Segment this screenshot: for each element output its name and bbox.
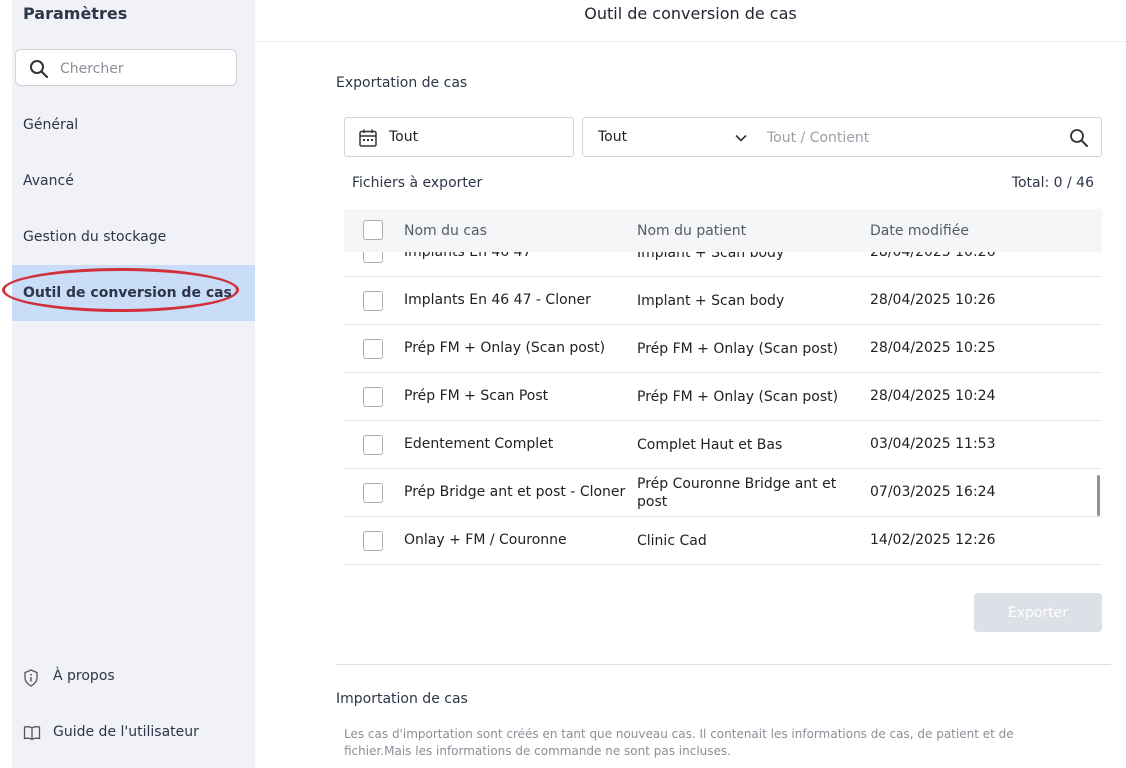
table-row[interactable]: Prép FM + Onlay (Scan post) Prép FM + On… xyxy=(344,325,1102,373)
patient-name-cell: Prép FM + Onlay (Scan post) xyxy=(637,341,839,357)
about-label: À propos xyxy=(53,668,115,684)
table-row[interactable]: Onlay + FM / Couronne Clinic Cad 14/02/2… xyxy=(344,517,1102,565)
patient-name-cell: Implant + Scan body xyxy=(637,293,785,309)
section-divider xyxy=(336,664,1111,665)
table-header: Nom du cas Nom du patient Date modifiée xyxy=(344,209,1102,252)
sidebar-item-label: Gestion du stockage xyxy=(23,229,167,245)
chevron-down-icon[interactable] xyxy=(734,130,748,149)
calendar-icon xyxy=(358,128,378,152)
sidebar-search-input[interactable]: Chercher xyxy=(15,49,237,86)
sidebar-item-label: Avancé xyxy=(23,173,74,189)
table-scrollbar[interactable] xyxy=(1097,475,1100,516)
table-row[interactable]: Edentement Complet Complet Haut et Bas 0… xyxy=(344,421,1102,469)
row-checkbox[interactable] xyxy=(363,435,383,455)
search-icon xyxy=(29,59,49,83)
sidebar-item-storage[interactable]: Gestion du stockage xyxy=(12,209,255,265)
case-name-cell: Prép FM + Scan Post xyxy=(404,388,549,404)
patient-name-cell: Prép FM + Onlay (Scan post) xyxy=(637,389,839,405)
row-checkbox[interactable] xyxy=(363,483,383,503)
sidebar-item-conversion-tool[interactable]: Outil de conversion de cas xyxy=(2,265,255,321)
row-checkbox[interactable] xyxy=(363,291,383,311)
row-checkbox[interactable] xyxy=(363,387,383,407)
row-checkbox[interactable] xyxy=(363,531,383,551)
sidebar-item-label: Général xyxy=(23,117,79,133)
main-panel: Outil de conversion de cas Exportation d… xyxy=(255,0,1126,768)
table-row[interactable]: Implants En 46 47 - Cloner Implant + Sca… xyxy=(344,277,1102,325)
type-filter-dropdown[interactable]: Tout xyxy=(598,129,627,145)
sidebar-item-general[interactable]: Général xyxy=(12,97,255,153)
case-name-cell: Implants En 46 47 - Cloner xyxy=(404,292,591,308)
patient-name-cell: Complet Haut et Bas xyxy=(637,437,783,453)
shield-info-icon xyxy=(23,669,39,691)
case-name-cell: Prép Bridge ant et post - Cloner xyxy=(404,484,626,500)
search-placeholder: Chercher xyxy=(60,61,124,77)
column-header-date-modified: Date modifiée xyxy=(870,223,969,239)
book-icon xyxy=(23,725,41,745)
patient-name-cell: Clinic Cad xyxy=(637,533,707,549)
search-icon[interactable] xyxy=(1069,128,1089,152)
files-to-export-label: Fichiers à exporter xyxy=(352,175,483,191)
import-section-title: Importation de cas xyxy=(336,691,468,707)
column-header-patient-name: Nom du patient xyxy=(637,223,747,239)
patient-name-cell: Prép Couronne Bridge ant et post xyxy=(637,476,837,510)
case-name-cell: Edentement Complet xyxy=(404,436,554,452)
date-cell: 28/04/2025 10:26 xyxy=(870,292,996,308)
sidebar-title: Paramètres xyxy=(23,4,128,23)
date-filter-value: Tout xyxy=(389,129,419,145)
user-guide-label: Guide de l'utilisateur xyxy=(53,724,199,740)
select-all-checkbox[interactable] xyxy=(363,220,383,240)
export-table: Nom du cas Nom du patient Date modifiée … xyxy=(344,209,1102,565)
case-name-cell: Prép FM + Onlay (Scan post) xyxy=(404,340,606,356)
date-cell: 03/04/2025 11:53 xyxy=(870,436,996,452)
export-section-title: Exportation de cas xyxy=(336,75,468,91)
date-filter[interactable]: Tout xyxy=(344,117,574,157)
date-cell: 28/04/2025 10:25 xyxy=(870,340,996,356)
sidebar-item-label: Outil de conversion de cas xyxy=(23,285,232,301)
sidebar-item-advanced[interactable]: Avancé xyxy=(12,153,255,209)
page-title: Outil de conversion de cas xyxy=(584,4,797,23)
page-header: Outil de conversion de cas xyxy=(255,0,1126,42)
search-filter: Tout Tout / Contient xyxy=(582,117,1102,157)
column-header-case-name: Nom du cas xyxy=(404,223,487,239)
import-description: Les cas d'importation sont créés en tant… xyxy=(344,727,1014,758)
table-row[interactable]: Prép FM + Scan Post Prép FM + Onlay (Sca… xyxy=(344,373,1102,421)
date-cell: 14/02/2025 12:26 xyxy=(870,532,996,548)
row-checkbox[interactable] xyxy=(363,339,383,359)
search-input[interactable]: Tout / Contient xyxy=(767,130,869,146)
total-count: Total: 0 / 46 xyxy=(1011,175,1094,191)
sidebar: Paramètres Chercher Général Avancé Gesti… xyxy=(2,0,255,768)
export-button[interactable]: Exporter xyxy=(974,593,1102,632)
left-edge xyxy=(0,0,12,768)
table-row[interactable]: Prép Bridge ant et post - Cloner Prép Co… xyxy=(344,469,1102,517)
date-cell: 28/04/2025 10:24 xyxy=(870,388,996,404)
date-cell: 07/03/2025 16:24 xyxy=(870,484,996,500)
case-name-cell: Onlay + FM / Couronne xyxy=(404,532,567,548)
